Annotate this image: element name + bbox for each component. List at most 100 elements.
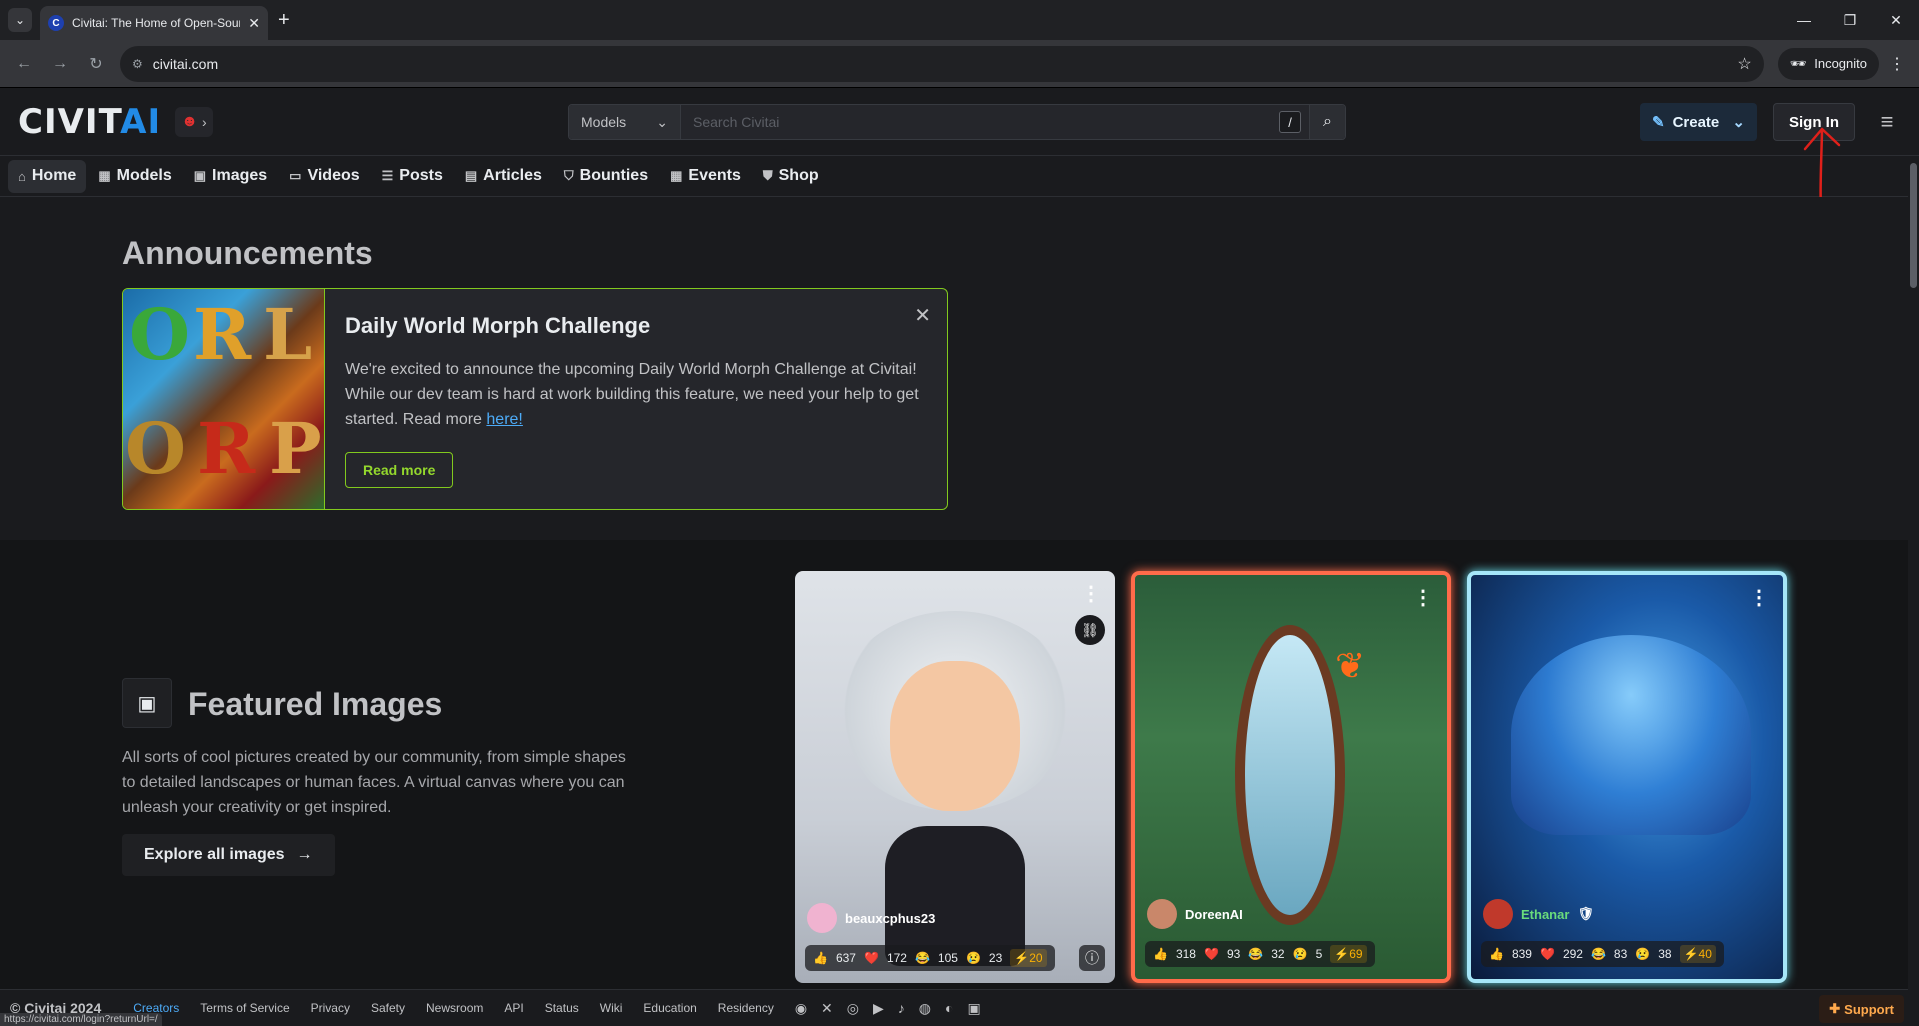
footer-link-terms[interactable]: Terms of Service xyxy=(200,1001,289,1015)
laughs-count: 32 xyxy=(1271,947,1285,961)
youtube-icon[interactable]: ▶ xyxy=(873,1000,884,1017)
card-menu-icon[interactable]: ⋮ xyxy=(1081,581,1101,606)
buzz-count: 69 xyxy=(1349,947,1363,961)
posts-icon: ☰ xyxy=(381,168,394,183)
create-label: Create xyxy=(1672,113,1720,131)
footer-link-residency[interactable]: Residency xyxy=(718,1001,774,1015)
url-text[interactable]: civitai.com xyxy=(153,56,1728,72)
page-scrollbar[interactable] xyxy=(1908,157,1919,1026)
read-more-button[interactable]: Read more xyxy=(345,452,454,488)
reaction-bar[interactable]: 👍 637 ❤️ 172 😂 105 😢 23 ⚡20 xyxy=(805,945,1055,971)
tab-search-button[interactable]: ⌄ xyxy=(8,8,32,32)
restore-icon[interactable]: ❐ xyxy=(1827,0,1873,40)
bounty-icon: ⛉ xyxy=(563,168,574,183)
buzz-badge[interactable]: ⚡40 xyxy=(1679,945,1716,963)
buzz-badge[interactable]: ⚡20 xyxy=(1010,949,1047,967)
featured-description: All sorts of cool pictures created by ou… xyxy=(122,749,626,816)
reddit-icon[interactable]: ◍ xyxy=(919,1000,931,1017)
brush-icon: ✎ xyxy=(1652,114,1665,131)
nav-item-videos[interactable]: ▭ Videos xyxy=(279,160,369,193)
site-info-icon[interactable]: ⚙ xyxy=(132,57,143,71)
omnibox[interactable]: ⚙ civitai.com ☆ xyxy=(120,45,1764,82)
window-close-icon[interactable]: ✕ xyxy=(1873,0,1919,40)
nav-item-posts[interactable]: ☰ Posts xyxy=(372,160,453,193)
discord-icon[interactable]: ◉ xyxy=(795,1000,807,1017)
footer-link-newsroom[interactable]: Newsroom xyxy=(426,1001,483,1015)
calendar-icon: ▦ xyxy=(670,168,683,183)
search-category-select[interactable]: Models ⌄ xyxy=(569,105,681,139)
bookmark-star-icon[interactable]: ☆ xyxy=(1737,54,1751,74)
search-bar: Models ⌄ / ⌕ xyxy=(568,104,1346,140)
new-tab-button[interactable]: + xyxy=(278,9,290,32)
instagram-icon[interactable]: ◎ xyxy=(847,1000,859,1017)
browser-tab-bar: ⌄ C Civitai: The Home of Open-Source Gen… xyxy=(0,0,1919,40)
cries-count: 38 xyxy=(1658,947,1672,961)
laughs-count: 83 xyxy=(1613,947,1628,961)
nav-item-bounties[interactable]: ⛉ Bounties xyxy=(554,160,658,193)
civitai-logo[interactable]: CIVITAI xyxy=(18,102,161,142)
card-user[interactable]: Ethanar 🛡 xyxy=(1483,899,1594,929)
nav-item-home[interactable]: ⌂ Home xyxy=(8,159,87,193)
nav-label: Models xyxy=(116,167,172,184)
section-nav: ⌂ Home ▦ Models ▣ Images ▭ Videos ☰ Posts ▤ Ar… xyxy=(0,156,1919,197)
search-icon[interactable]: ⌕ xyxy=(1309,105,1345,139)
card-menu-icon[interactable]: ⋮ xyxy=(1749,585,1769,610)
remix-link-icon[interactable]: ⛓ xyxy=(1075,615,1105,645)
hamburger-menu-icon[interactable]: ≡ xyxy=(1875,110,1899,134)
back-arrow-icon[interactable]: ← xyxy=(8,48,40,80)
create-button[interactable]: ✎ Create ⌄ xyxy=(1640,103,1757,141)
scrollbar-thumb[interactable] xyxy=(1910,163,1917,288)
browser-tab[interactable]: C Civitai: The Home of Open-Source Gener… xyxy=(40,6,268,40)
close-icon[interactable]: ✕ xyxy=(914,303,931,328)
support-label: Support xyxy=(1844,1001,1894,1017)
footer-link-wiki[interactable]: Wiki xyxy=(600,1001,623,1015)
nav-item-shop[interactable]: ⛊ Shop xyxy=(753,160,829,193)
chevron-right-icon: › xyxy=(201,113,207,130)
image-card[interactable]: ⋮ Ethanar 🛡 👍 839 ❤️ 292 😂 83 😢 38 ⚡40 xyxy=(1467,571,1787,983)
twitch-icon[interactable]: ▣ xyxy=(967,1000,980,1017)
shop-icon: ⛊ xyxy=(762,168,773,183)
image-card[interactable]: ❦ ⋮ DoreenAI 👍 318 ❤️ 93 😂 32 😢 5 ⚡69 xyxy=(1131,571,1451,983)
incognito-badge[interactable]: 🕶 Incognito xyxy=(1777,47,1879,80)
search-input[interactable] xyxy=(681,105,1309,139)
minimize-icon[interactable]: — xyxy=(1781,0,1827,40)
announcement-here-link[interactable]: here! xyxy=(486,411,522,428)
explore-all-images-button[interactable]: Explore all images → xyxy=(122,834,335,876)
footer-link-safety[interactable]: Safety xyxy=(371,1001,405,1015)
featured-images-section: ▣ Featured Images All sorts of cool pict… xyxy=(0,540,1908,1026)
reaction-bar[interactable]: 👍 839 ❤️ 292 😂 83 😢 38 ⚡40 xyxy=(1481,941,1724,967)
buzz-count: 20 xyxy=(1029,951,1043,965)
card-user[interactable]: DoreenAI xyxy=(1147,899,1243,929)
event-badge[interactable]: ☻ › xyxy=(175,106,213,137)
thumbs-up-icon: 👍 xyxy=(1489,947,1504,961)
reaction-bar[interactable]: 👍 318 ❤️ 93 😂 32 😢 5 ⚡69 xyxy=(1145,941,1375,967)
footer-link-education[interactable]: Education xyxy=(643,1001,696,1015)
support-button[interactable]: ✚ Support xyxy=(1819,995,1904,1023)
buzz-badge[interactable]: ⚡69 xyxy=(1330,945,1367,963)
nav-item-models[interactable]: ▦ Models xyxy=(88,160,181,193)
nav-item-images[interactable]: ▣ Images xyxy=(184,160,277,193)
footer-link-status[interactable]: Status xyxy=(545,1001,579,1015)
browser-menu-icon[interactable]: ⋮ xyxy=(1883,54,1911,74)
github-icon[interactable]: ◐ xyxy=(945,1000,953,1016)
footer-link-privacy[interactable]: Privacy xyxy=(311,1001,350,1015)
x-icon[interactable]: ✕ xyxy=(821,1000,833,1017)
reload-icon[interactable]: ↻ xyxy=(80,48,112,80)
card-menu-icon[interactable]: ⋮ xyxy=(1413,585,1433,610)
forward-arrow-icon[interactable]: → xyxy=(44,48,76,80)
laughs-count: 105 xyxy=(937,951,958,965)
card-user[interactable]: beauxcphus23 xyxy=(807,903,935,933)
nav-item-articles[interactable]: ▤ Articles xyxy=(455,160,552,193)
footer-link-api[interactable]: API xyxy=(504,1001,523,1015)
nav-item-events[interactable]: ▦ Events xyxy=(660,160,751,193)
likes-count: 839 xyxy=(1511,947,1532,961)
likes-count: 318 xyxy=(1175,947,1196,961)
nav-label: Shop xyxy=(778,167,819,184)
chevron-down-icon: ⌄ xyxy=(656,113,668,130)
info-icon[interactable]: ⓘ xyxy=(1079,945,1105,971)
image-card[interactable]: ⋮ ⛓ beauxcphus23 👍 637 ❤️ 172 😂 105 😢 23 ⚡20… xyxy=(795,571,1115,983)
tab-close-icon[interactable]: ✕ xyxy=(248,15,260,32)
article-icon: ▤ xyxy=(464,168,478,183)
tiktok-icon[interactable]: ♪ xyxy=(898,1000,905,1016)
card-username: DoreenAI xyxy=(1185,906,1243,922)
